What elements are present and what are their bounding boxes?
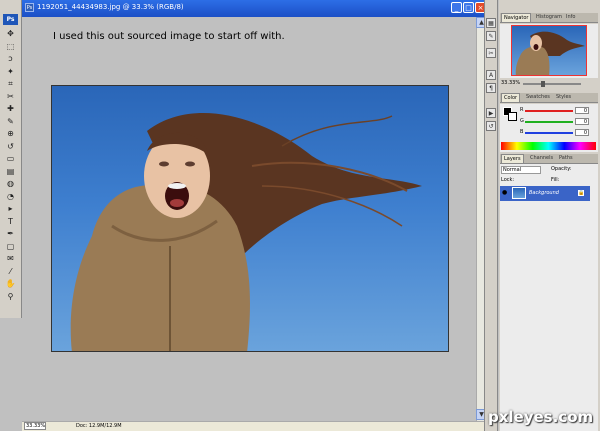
color-spectrum-bar[interactable] bbox=[501, 142, 596, 150]
tab-histogram[interactable]: Histogram bbox=[534, 13, 564, 22]
history-brush-tool-icon[interactable]: ↺ bbox=[4, 141, 17, 152]
channel-slider[interactable] bbox=[525, 110, 573, 112]
layers-tab-row: Layers Channels Paths bbox=[500, 154, 598, 164]
photoshop-logo[interactable]: Ps bbox=[3, 14, 18, 25]
marquee-tool-icon[interactable]: ⬚ bbox=[4, 41, 17, 52]
navigator-zoom-value: 33.33% bbox=[501, 80, 521, 86]
zoom-input[interactable]: 33.33% bbox=[24, 422, 46, 430]
layers-palette bbox=[500, 164, 598, 431]
fill-label: Fill: bbox=[551, 177, 560, 183]
blur-tool-icon[interactable]: ◍ bbox=[4, 178, 17, 189]
eye-visibility-icon[interactable]: ● bbox=[502, 190, 508, 196]
type-tool-icon[interactable]: T bbox=[4, 216, 17, 227]
tab-channels[interactable]: Channels bbox=[528, 154, 556, 163]
channel-label: R bbox=[520, 107, 524, 113]
channel-value-input[interactable]: 0 bbox=[575, 129, 589, 136]
brush-tool-icon[interactable]: ✎ bbox=[4, 116, 17, 127]
navigator-tab-row: Navigator Histogram Info bbox=[500, 13, 598, 23]
crop-tool-icon[interactable]: ⌗ bbox=[4, 78, 17, 89]
layer-name: Background bbox=[529, 190, 559, 196]
paragraph-palette-icon[interactable]: ¶ bbox=[486, 83, 496, 93]
document-title: 1192051_44434983.jpg @ 33.3% (RGB/8) bbox=[37, 3, 184, 11]
tab-styles[interactable]: Styles bbox=[554, 93, 574, 102]
path-selection-tool-icon[interactable]: ▸ bbox=[4, 203, 17, 214]
opacity-label: Opacity: bbox=[551, 166, 572, 172]
character-palette-icon[interactable]: A bbox=[486, 70, 496, 80]
tab-paths[interactable]: Paths bbox=[557, 154, 575, 163]
gradient-tool-icon[interactable]: ▤ bbox=[4, 166, 17, 177]
photo-screaming-woman[interactable] bbox=[51, 85, 449, 352]
move-tool-icon[interactable]: ✥ bbox=[4, 28, 17, 39]
brushes-palette-icon[interactable]: ▦ bbox=[486, 18, 496, 28]
actions-palette-icon[interactable]: ▶ bbox=[486, 108, 496, 118]
image-caption: I used this out sourced image to start o… bbox=[53, 31, 285, 42]
channel-value-input[interactable]: 0 bbox=[575, 107, 589, 114]
channel-slider[interactable] bbox=[525, 121, 573, 123]
tab-swatches[interactable]: Swatches bbox=[524, 93, 552, 102]
palette-icon-strip bbox=[484, 0, 498, 431]
eraser-tool-icon[interactable]: ▭ bbox=[4, 153, 17, 164]
tool-presets-icon[interactable]: ✎ bbox=[486, 31, 496, 41]
lock-label: Lock: bbox=[501, 177, 515, 183]
watermark: pxleyes.com bbox=[488, 408, 594, 426]
layer-thumbnail bbox=[512, 187, 526, 199]
document-icon: Ps bbox=[25, 3, 34, 12]
channel-label: B bbox=[520, 129, 524, 135]
pen-tool-icon[interactable]: ✒ bbox=[4, 228, 17, 239]
woman-illustration bbox=[70, 112, 422, 351]
lock-icon: 🔒 bbox=[578, 190, 585, 196]
dodge-tool-icon[interactable]: ◔ bbox=[4, 191, 17, 202]
thumbnail-illustration bbox=[515, 31, 585, 75]
minimize-button[interactable]: _ bbox=[451, 2, 462, 13]
shape-tool-icon[interactable]: ▢ bbox=[4, 241, 17, 252]
maximize-button[interactable]: □ bbox=[463, 2, 474, 13]
eyedropper-tool-icon[interactable]: ⁄ bbox=[4, 266, 17, 277]
blend-mode-select[interactable]: Normal bbox=[501, 166, 541, 174]
channel-label: G bbox=[520, 118, 524, 124]
tab-navigator[interactable]: Navigator bbox=[501, 13, 532, 22]
healing-brush-tool-icon[interactable]: ✚ bbox=[4, 103, 17, 114]
magic-wand-tool-icon[interactable]: ✦ bbox=[4, 66, 17, 77]
lasso-tool-icon[interactable]: ↄ bbox=[4, 53, 17, 64]
zoom-tool-icon[interactable]: ⚲ bbox=[4, 291, 17, 302]
tab-info[interactable]: Info bbox=[564, 13, 578, 22]
navigator-zoom-slider[interactable] bbox=[523, 83, 581, 85]
notes-tool-icon[interactable]: ✉ bbox=[4, 253, 17, 264]
clone-stamp-tool-icon[interactable]: ⊕ bbox=[4, 128, 17, 139]
channel-value-input[interactable]: 0 bbox=[575, 118, 589, 125]
background-color-swatch[interactable] bbox=[508, 112, 517, 121]
tab-color[interactable]: Color bbox=[501, 93, 521, 102]
tab-layers[interactable]: Layers bbox=[501, 154, 524, 163]
slice-tool-icon[interactable]: ✂ bbox=[4, 91, 17, 102]
layer-comps-icon[interactable]: ✂ bbox=[486, 48, 496, 58]
history-palette-icon[interactable]: ↺ bbox=[486, 121, 496, 131]
navigator-thumbnail[interactable] bbox=[511, 25, 587, 76]
hand-tool-icon[interactable]: ✋ bbox=[4, 278, 17, 289]
channel-slider[interactable] bbox=[525, 132, 573, 134]
zoom-slider-knob[interactable] bbox=[541, 81, 545, 87]
document-size: Doc: 12.9M/12.9M bbox=[76, 423, 122, 429]
color-tab-row: Color Swatches Styles bbox=[500, 93, 598, 103]
